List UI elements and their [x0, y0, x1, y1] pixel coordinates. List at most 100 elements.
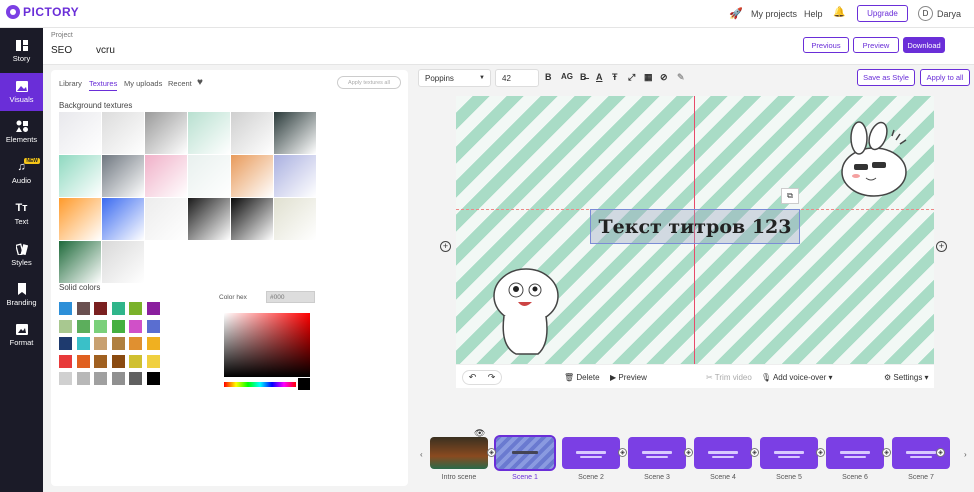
scene-thumb-6[interactable]	[826, 437, 884, 469]
texture-tile[interactable]	[188, 198, 230, 240]
color-swatch[interactable]	[129, 337, 142, 350]
tab-library[interactable]: Library	[59, 79, 82, 88]
delete-button[interactable]: 🗑 Delete	[564, 373, 600, 382]
rocket-icon[interactable]: 🚀	[729, 7, 743, 20]
color-swatch[interactable]	[94, 337, 107, 350]
texture-tile[interactable]	[102, 155, 144, 197]
color-swatch[interactable]	[94, 319, 107, 333]
sidebar-item-audio[interactable]: NEW ♫ Audio	[0, 154, 43, 192]
texture-tile[interactable]	[274, 112, 316, 154]
color-swatch[interactable]	[111, 337, 125, 350]
color-swatch[interactable]	[146, 372, 160, 385]
texture-tile[interactable]	[145, 198, 187, 240]
scene-layers-icon[interactable]: ◈	[750, 448, 759, 457]
table-icon[interactable]: ▦	[644, 72, 653, 83]
bunny-sticker[interactable]	[834, 120, 914, 200]
sidebar-item-story[interactable]: Story	[0, 32, 43, 70]
sidebar-item-elements[interactable]: Elements	[0, 113, 43, 151]
scene-layers-icon[interactable]: ◈	[936, 448, 945, 457]
color-swatch[interactable]	[146, 319, 160, 333]
text-background-icon[interactable]: Ŧ	[612, 72, 618, 82]
duplicate-icon[interactable]: ⧉	[781, 188, 799, 204]
texture-tile[interactable]	[231, 198, 273, 240]
texture-tile[interactable]	[188, 112, 230, 154]
trim-video-button[interactable]: ✂ Trim video	[706, 373, 752, 382]
download-button[interactable]: Download	[903, 37, 945, 53]
preview-button[interactable]: Preview	[853, 37, 899, 53]
texture-tile[interactable]	[102, 198, 144, 240]
scene-preview-button[interactable]: ▶ Preview	[610, 373, 647, 382]
project-name-seo[interactable]: SEO	[51, 45, 72, 56]
link-icon[interactable]: ⊘	[660, 72, 668, 83]
project-name-vcru[interactable]: vcru	[96, 45, 115, 56]
brush-icon[interactable]: ✎	[677, 72, 685, 83]
font-family-select[interactable]: Poppins ▼	[418, 69, 491, 87]
color-swatch[interactable]	[94, 302, 107, 315]
color-swatch[interactable]	[129, 354, 142, 368]
texture-tile[interactable]	[59, 112, 101, 154]
user-name[interactable]: Darya	[937, 9, 961, 19]
bell-icon[interactable]: 🔔	[833, 7, 845, 18]
avatar[interactable]: D	[918, 6, 933, 21]
pictory-logo[interactable]: PICTORY	[6, 5, 79, 19]
scene-thumb-intro[interactable]	[430, 437, 488, 469]
add-scene-before-icon[interactable]: +	[440, 241, 451, 252]
scene-layers-icon[interactable]: ◈	[882, 448, 891, 457]
heart-icon[interactable]: ♥	[197, 77, 203, 88]
texture-tile[interactable]	[145, 112, 187, 154]
sidebar-item-format[interactable]: Format	[0, 316, 43, 354]
hue-slider[interactable]	[224, 382, 296, 387]
texture-tile[interactable]	[231, 112, 273, 154]
color-swatch[interactable]	[111, 372, 125, 385]
color-swatch[interactable]	[76, 337, 90, 350]
italic-icon[interactable]: B̶	[580, 72, 587, 82]
tab-textures[interactable]: Textures	[89, 79, 118, 91]
settings-button[interactable]: ⚙ Settings ▾	[884, 373, 929, 382]
character-sticker[interactable]	[490, 266, 562, 358]
font-size-input[interactable]: 42	[495, 69, 539, 87]
scroll-left-icon[interactable]: ‹	[420, 450, 423, 459]
scene-thumb-5[interactable]	[760, 437, 818, 469]
sidebar-item-styles[interactable]: Styles	[0, 236, 43, 274]
color-swatch[interactable]	[59, 319, 72, 333]
scene-layers-icon[interactable]: ◈	[816, 448, 825, 457]
scene-thumb-3[interactable]	[628, 437, 686, 469]
save-as-style-button[interactable]: Save as Style	[857, 69, 915, 86]
texture-tile[interactable]	[274, 198, 316, 240]
color-swatch[interactable]	[94, 372, 107, 385]
scene-thumb-2[interactable]	[562, 437, 620, 469]
texture-tile[interactable]	[274, 155, 316, 197]
scene-layers-icon[interactable]: ◈	[618, 448, 627, 457]
scene-layers-icon[interactable]: ◈	[684, 448, 693, 457]
apply-to-all-button[interactable]: Apply to all	[920, 69, 970, 86]
texture-tile[interactable]	[59, 198, 101, 240]
texture-tile[interactable]	[231, 155, 273, 197]
caption-text-box[interactable]: Текст титров 123	[590, 209, 800, 244]
color-swatch[interactable]	[129, 372, 142, 385]
help-link[interactable]: Help	[804, 9, 823, 19]
color-swatch[interactable]	[111, 319, 125, 333]
color-swatch[interactable]	[76, 302, 90, 315]
sidebar-item-text[interactable]: Tт Text	[0, 195, 43, 233]
scene-thumb-4[interactable]	[694, 437, 752, 469]
color-swatch[interactable]	[59, 354, 72, 368]
apply-textures-all-button[interactable]: Apply textures all	[337, 76, 401, 89]
color-swatch[interactable]	[59, 302, 72, 315]
texture-tile[interactable]	[59, 241, 101, 283]
color-hex-input[interactable]: #000	[266, 291, 315, 303]
texture-tile[interactable]	[102, 241, 144, 283]
sidebar-item-visuals[interactable]: Visuals	[0, 73, 43, 111]
tab-recent[interactable]: Recent	[168, 79, 192, 88]
scene-thumb-1[interactable]	[494, 435, 556, 471]
previous-button[interactable]: Previous	[803, 37, 849, 53]
scroll-right-icon[interactable]: ›	[964, 450, 967, 459]
texture-tile[interactable]	[102, 112, 144, 154]
texture-tile[interactable]	[145, 155, 187, 197]
sidebar-item-branding[interactable]: Branding	[0, 276, 43, 314]
color-swatch[interactable]	[94, 354, 107, 368]
color-swatch[interactable]	[146, 354, 160, 368]
color-swatch[interactable]	[111, 302, 125, 315]
add-voice-over-button[interactable]: 🎙 Add voice-over ▾	[761, 373, 833, 382]
texture-tile[interactable]	[188, 155, 230, 197]
add-scene-after-icon[interactable]: +	[936, 241, 947, 252]
